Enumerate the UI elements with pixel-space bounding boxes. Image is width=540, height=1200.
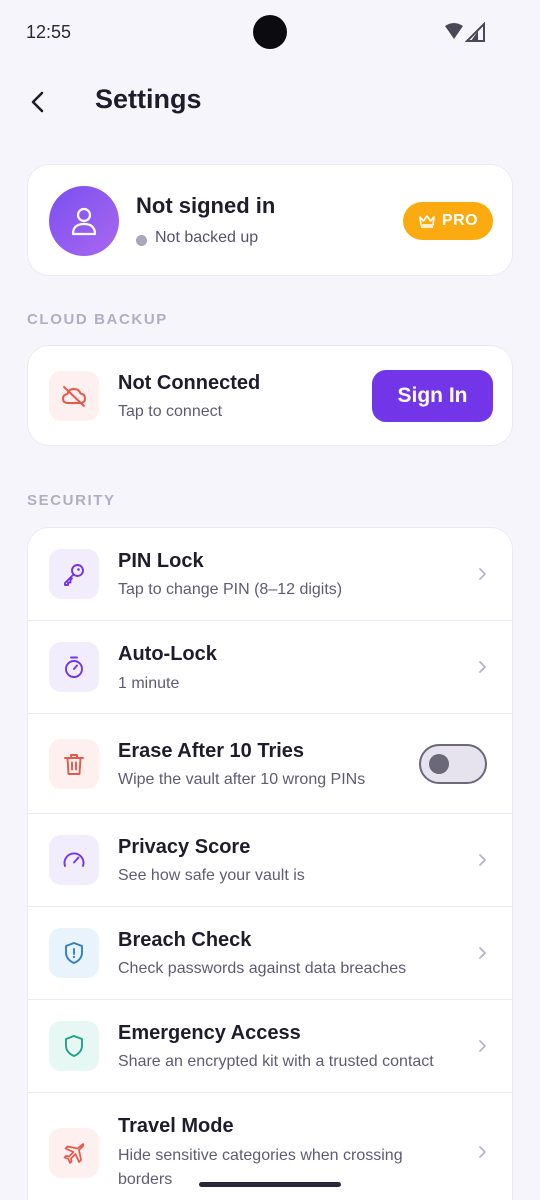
section-label-security: SECURITY xyxy=(27,492,116,509)
sign-in-button[interactable]: Sign In xyxy=(372,370,493,422)
section-label-cloud-backup: CLOUD BACKUP xyxy=(27,311,168,328)
settings-row-title: Privacy Score xyxy=(118,836,251,858)
settings-row-pin-lock[interactable]: PIN Lock Tap to change PIN (8–12 digits) xyxy=(28,528,512,621)
settings-row-subtitle: Tap to change PIN (8–12 digits) xyxy=(118,581,343,598)
status-time: 12:55 xyxy=(26,22,72,42)
backup-status: Not backed up xyxy=(155,229,259,246)
plane-icon xyxy=(63,1143,85,1164)
camera-cutout xyxy=(253,15,287,49)
page-title: Settings xyxy=(95,84,202,114)
profile-card[interactable]: Not signed in Not backed up PRO xyxy=(27,164,513,276)
crown-icon xyxy=(419,215,435,228)
settings-row-erase-after-tries: Erase After 10 Tries Wipe the vault afte… xyxy=(28,714,512,814)
toggle-knob xyxy=(429,754,449,774)
pro-badge[interactable]: PRO xyxy=(403,202,493,240)
settings-row-subtitle: Share an encrypted kit with a trusted co… xyxy=(118,1053,434,1070)
top-app-bar: Settings xyxy=(0,72,540,132)
gauge-tile xyxy=(49,835,99,885)
settings-row-subtitle: Wipe the vault after 10 wrong PINs xyxy=(118,771,366,788)
settings-row-emergency-access[interactable]: Emergency Access Share an encrypted kit … xyxy=(28,1000,512,1093)
chevron-right-icon xyxy=(479,568,486,580)
settings-row-subtitle: Check passwords against data breaches xyxy=(118,960,407,977)
status-bar: 12:55 xyxy=(0,0,540,64)
trash-tile xyxy=(49,739,99,789)
cloud-status-title: Not Connected xyxy=(118,372,261,394)
shield-alert-icon xyxy=(65,942,83,964)
settings-row-title: Erase After 10 Tries xyxy=(118,740,305,762)
signal-wifi-icon xyxy=(445,22,485,42)
settings-row-subtitle: 1 minute xyxy=(118,675,180,692)
cloud-off-tile xyxy=(49,371,99,421)
settings-row-auto-lock[interactable]: Auto-Lock 1 minute xyxy=(28,621,512,714)
key-icon xyxy=(64,564,84,586)
backup-status-dot xyxy=(136,235,147,246)
cloud-backup-card[interactable]: Not Connected Tap to connect Sign In xyxy=(27,345,513,446)
settings-row-breach-check[interactable]: Breach Check Check passwords against dat… xyxy=(28,907,512,1000)
home-indicator[interactable] xyxy=(199,1182,341,1187)
profile-name: Not signed in xyxy=(136,193,276,218)
timer-tile xyxy=(49,642,99,692)
security-settings-list: PIN Lock Tap to change PIN (8–12 digits)… xyxy=(27,527,513,1200)
chevron-right-icon xyxy=(479,854,486,866)
chevron-right-icon xyxy=(479,947,486,959)
plane-tile xyxy=(49,1128,99,1178)
erase-after-tries-toggle[interactable] xyxy=(419,744,487,784)
pro-badge-label: PRO xyxy=(441,212,479,229)
timer-icon xyxy=(65,656,83,678)
chevron-right-icon xyxy=(479,1146,486,1158)
trash-icon xyxy=(64,754,84,775)
settings-row-title: PIN Lock xyxy=(118,550,204,572)
settings-row-title: Breach Check xyxy=(118,929,252,951)
settings-row-subtitle: See how safe your vault is xyxy=(118,867,305,884)
settings-row-title: Auto-Lock xyxy=(118,643,217,665)
avatar xyxy=(49,186,119,256)
gauge-icon xyxy=(63,852,85,867)
chevron-right-icon xyxy=(479,661,486,673)
shield-alert-tile xyxy=(49,928,99,978)
settings-row-privacy-score[interactable]: Privacy Score See how safe your vault is xyxy=(28,814,512,907)
chevron-right-icon xyxy=(479,1040,486,1052)
user-icon xyxy=(71,207,97,236)
back-button[interactable] xyxy=(20,84,56,120)
shield-tile xyxy=(49,1021,99,1071)
settings-row-title: Emergency Access xyxy=(118,1022,301,1044)
settings-row-title: Travel Mode xyxy=(118,1115,234,1137)
back-arrow-icon xyxy=(31,91,44,113)
key-tile xyxy=(49,549,99,599)
shield-icon xyxy=(65,1035,83,1057)
cloud-off-icon xyxy=(62,386,86,407)
